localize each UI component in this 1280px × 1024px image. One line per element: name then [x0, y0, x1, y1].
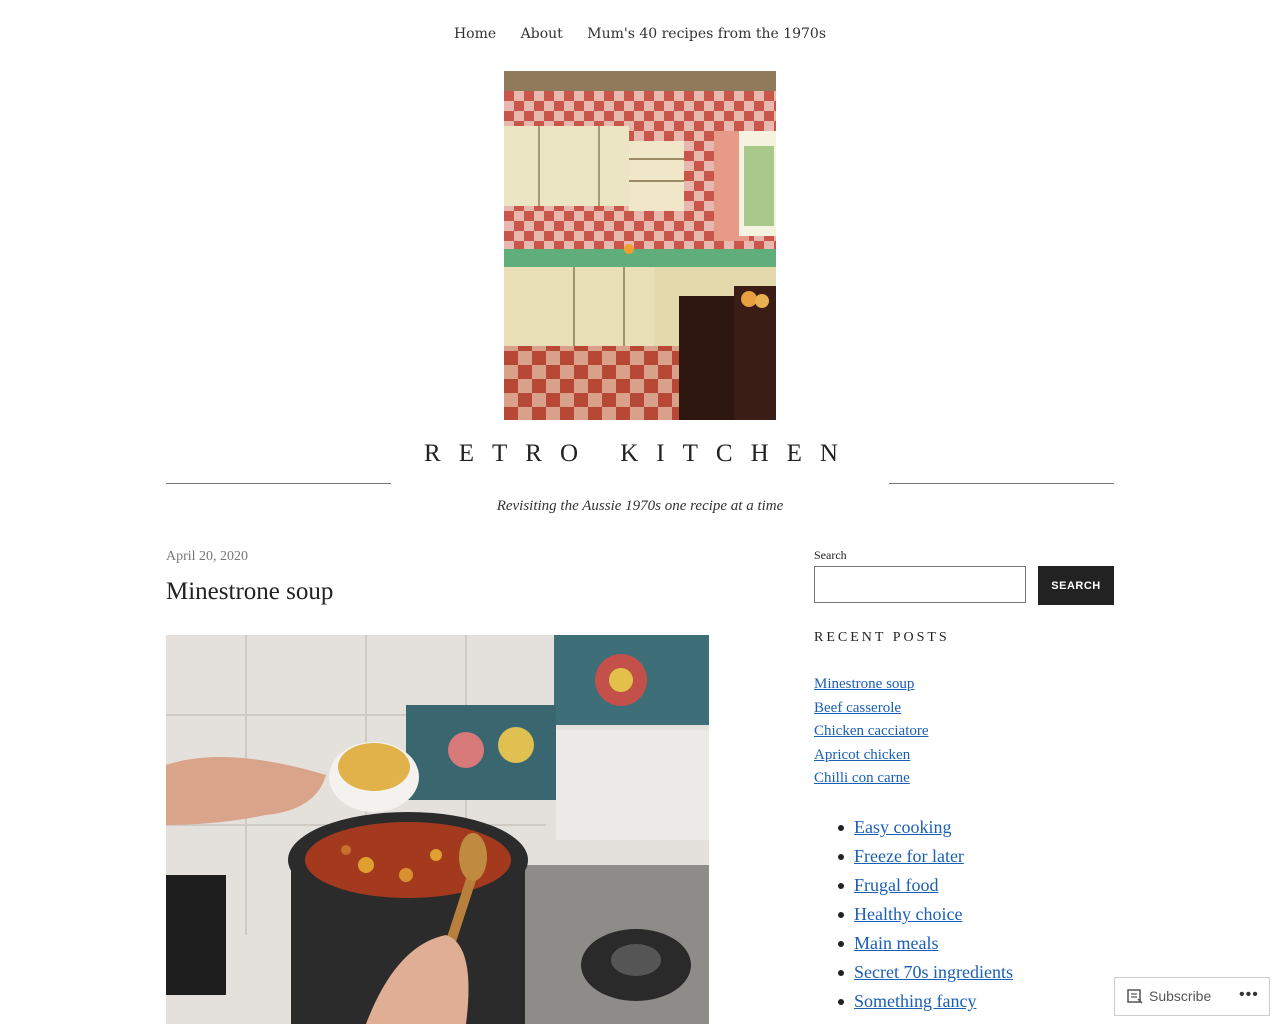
- list-item: Something fancy: [838, 987, 1013, 1016]
- list-item: Chicken cacciatore: [814, 720, 929, 744]
- recent-post-link[interactable]: Chicken cacciatore: [814, 723, 929, 739]
- category-link[interactable]: Healthy choice: [854, 904, 962, 924]
- categories-list: Easy cooking Freeze for later Frugal foo…: [838, 813, 1013, 1016]
- list-item: Beef casserole: [814, 697, 929, 721]
- list-item: Apricot chicken: [814, 744, 929, 768]
- list-item: Easy cooking: [838, 813, 1013, 842]
- main-navigation: Home About Mum's 40 recipes from the 197…: [0, 26, 1280, 42]
- category-link[interactable]: Secret 70s ingredients: [854, 962, 1013, 982]
- site-tagline: Revisiting the Aussie 1970s one recipe a…: [496, 498, 784, 514]
- site-title[interactable]: RETRO KITCHEN: [0, 440, 1280, 468]
- title-divider-right: [889, 483, 1114, 484]
- recent-post-link[interactable]: Chilli con carne: [814, 770, 910, 786]
- recent-posts-heading: RECENT POSTS: [814, 630, 950, 645]
- recent-post-link[interactable]: Beef casserole: [814, 700, 901, 716]
- category-link[interactable]: Something fancy: [854, 991, 976, 1011]
- subscribe-label: Subscribe: [1149, 988, 1212, 1004]
- title-divider-left: [166, 483, 391, 484]
- recent-posts-list: Minestrone soup Beef casserole Chicken c…: [814, 673, 929, 791]
- minestrone-photo: [166, 635, 709, 1024]
- category-link[interactable]: Easy cooking: [854, 817, 951, 837]
- list-item: Minestrone soup: [814, 673, 929, 697]
- list-item: Healthy choice: [838, 900, 1013, 929]
- category-link[interactable]: Frugal food: [854, 875, 939, 895]
- reader-icon: [1127, 989, 1143, 1004]
- list-item: Frugal food: [838, 871, 1013, 900]
- nav-home[interactable]: Home: [454, 26, 496, 42]
- post-title[interactable]: Minestrone soup: [166, 578, 333, 606]
- more-options-icon[interactable]: •••: [1239, 986, 1259, 1004]
- recent-post-link[interactable]: Apricot chicken: [814, 747, 910, 763]
- subscribe-bar: Subscribe •••: [1114, 977, 1270, 1016]
- search-label: Search: [814, 548, 847, 562]
- header-image-retro-kitchen: [504, 71, 776, 420]
- list-item: Secret 70s ingredients: [838, 958, 1013, 987]
- nav-mums-recipes[interactable]: Mum's 40 recipes from the 1970s: [587, 26, 826, 42]
- list-item: Freeze for later: [838, 842, 1013, 871]
- nav-about[interactable]: About: [521, 26, 563, 42]
- list-item: Main meals: [838, 929, 1013, 958]
- list-item: Chilli con carne: [814, 767, 929, 791]
- post-date[interactable]: April 20, 2020: [166, 549, 248, 565]
- category-link[interactable]: Main meals: [854, 933, 938, 953]
- search-button[interactable]: SEARCH: [1038, 566, 1114, 605]
- post-featured-image: [166, 635, 709, 1024]
- subscribe-button[interactable]: Subscribe: [1127, 988, 1211, 1004]
- category-link[interactable]: Freeze for later: [854, 846, 964, 866]
- recent-post-link[interactable]: Minestrone soup: [814, 676, 914, 692]
- kitchen-illustration: [504, 71, 776, 420]
- search-input[interactable]: [814, 566, 1026, 603]
